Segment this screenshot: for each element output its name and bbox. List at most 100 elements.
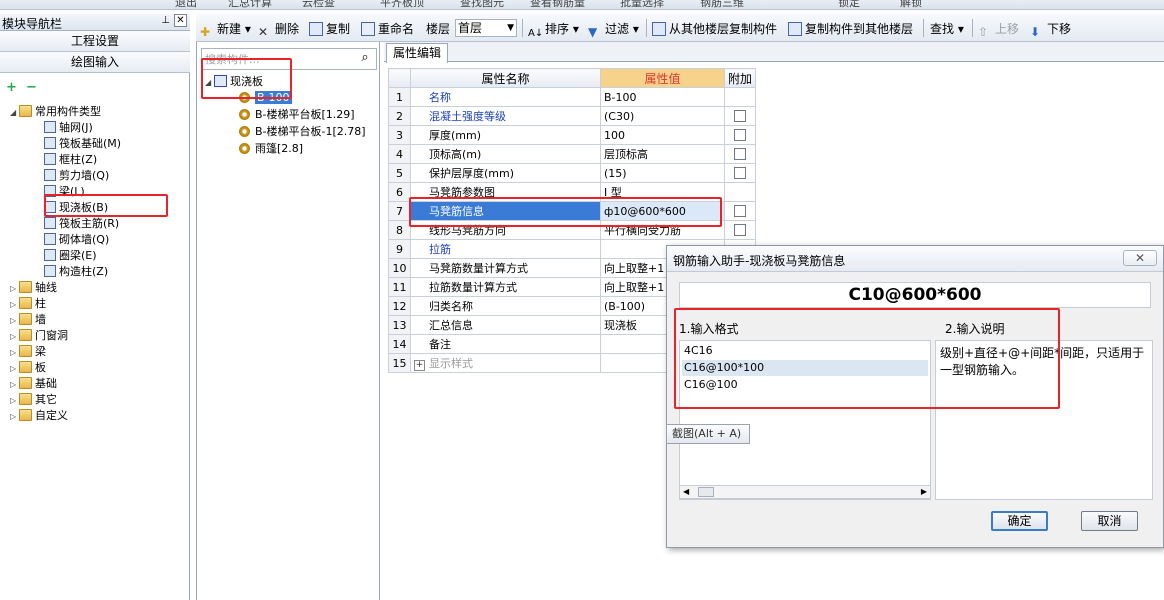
rebar-3d-button[interactable]: 钢筋三维 bbox=[700, 0, 744, 10]
extra-checkbox[interactable] bbox=[734, 223, 746, 236]
tree-item-raft-foundation[interactable]: 筏板基础(M) bbox=[44, 136, 121, 152]
property-extra bbox=[723, 106, 757, 126]
sort-button[interactable]: A↓ 排序 ▾ bbox=[528, 20, 579, 42]
rename-button[interactable]: 重命名 bbox=[361, 20, 414, 37]
folder-icon bbox=[19, 345, 32, 357]
project-settings-button[interactable]: 工程设置 bbox=[0, 31, 190, 52]
copy-to-floor-button[interactable]: 复制构件到其他楼层 bbox=[788, 20, 913, 37]
cancel-button[interactable]: 取消 bbox=[1081, 511, 1138, 531]
view-rebar-button[interactable]: 查看钢筋量 bbox=[530, 0, 585, 10]
property-name: + 显示样式 bbox=[410, 353, 601, 373]
tab-property-edit[interactable]: 属性编辑 bbox=[386, 43, 448, 63]
chevron-down-icon[interactable]: ▼ bbox=[507, 20, 514, 36]
rebar-formula-field[interactable]: C10@600*600 bbox=[679, 282, 1151, 308]
row-number: 11 bbox=[388, 277, 411, 297]
tree-folder-beam[interactable]: ▷ 梁 bbox=[10, 344, 46, 360]
scroll-left-icon[interactable]: ◀ bbox=[683, 487, 689, 496]
component-icon bbox=[239, 143, 250, 154]
property-value[interactable]: (C30) bbox=[600, 106, 725, 126]
exit-button[interactable]: 退出 bbox=[175, 0, 197, 10]
move-up-button[interactable]: ⇧ 上移 bbox=[978, 20, 1019, 39]
component-item-stair-platform[interactable]: B-楼梯平台板[1.29] bbox=[239, 107, 355, 123]
component-item-canopy[interactable]: 雨篷[2.8] bbox=[239, 141, 303, 157]
highlight-format-section bbox=[674, 308, 1060, 409]
dialog-close-icon[interactable]: ✕ bbox=[1123, 250, 1157, 266]
property-row[interactable]: 5 保护层厚度(mm) (15) bbox=[388, 163, 757, 183]
cloud-check-button[interactable]: 云检查 bbox=[302, 0, 335, 10]
floor-select[interactable]: 首层 ▼ bbox=[455, 19, 517, 37]
close-icon[interactable]: ✕ bbox=[174, 14, 187, 27]
property-extra bbox=[723, 201, 757, 221]
lock-button[interactable]: 锁定 bbox=[838, 0, 860, 10]
ok-button[interactable]: 确定 bbox=[991, 511, 1048, 531]
copy-button[interactable]: 复制 bbox=[309, 20, 350, 37]
search-icon[interactable]: ⌕ bbox=[356, 50, 374, 68]
delete-button[interactable]: ✕ 删除 bbox=[258, 20, 299, 39]
tree-item-shear-wall[interactable]: 剪力墙(Q) bbox=[44, 168, 109, 184]
tree-folder-custom[interactable]: ▷ 自定义 bbox=[10, 408, 68, 424]
property-row[interactable]: 2 混凝土强度等级 (C30) bbox=[388, 106, 757, 126]
scroll-right-icon[interactable]: ▶ bbox=[921, 487, 927, 496]
unlock-button[interactable]: 解锁 bbox=[900, 0, 922, 10]
drawing-input-button[interactable]: 绘图输入 bbox=[0, 52, 190, 73]
move-down-button[interactable]: ⬇ 下移 bbox=[1030, 20, 1071, 39]
component-icon bbox=[239, 109, 250, 120]
expand-all-icon[interactable]: + bbox=[6, 80, 17, 95]
property-row[interactable]: 3 厚度(mm) 100 bbox=[388, 125, 757, 145]
extra-checkbox[interactable] bbox=[734, 147, 746, 160]
tree-folder-axis[interactable]: ▷ 轴线 bbox=[10, 280, 57, 296]
property-extra bbox=[723, 220, 757, 240]
tree-folder-slab[interactable]: ▷ 板 bbox=[10, 360, 46, 376]
property-value[interactable]: B-100 bbox=[600, 87, 725, 107]
tree-folder-other[interactable]: ▷ 其它 bbox=[10, 392, 57, 408]
batch-select-button[interactable]: 批量选择 bbox=[620, 0, 664, 10]
tree-item-axis-grid[interactable]: 轴网(J) bbox=[44, 120, 93, 136]
new-icon: ✚ bbox=[200, 25, 211, 39]
property-row[interactable]: 1 名称 B-100 bbox=[388, 87, 757, 107]
component-item-stair-platform-1[interactable]: B-楼梯平台板-1[2.78] bbox=[239, 124, 366, 140]
tree-folder-door-window[interactable]: ▷ 门窗洞 bbox=[10, 328, 68, 344]
col-num-header bbox=[388, 68, 411, 88]
property-value[interactable]: 100 bbox=[600, 125, 725, 145]
flush-board-top-button[interactable]: 平齐板顶 bbox=[380, 0, 424, 10]
tree-folder-wall[interactable]: ▷ 墙 bbox=[10, 312, 46, 328]
tree-node-common-types[interactable]: ◢ 常用构件类型 bbox=[10, 104, 101, 120]
filter-button[interactable]: ▼ 过滤 ▾ bbox=[588, 20, 639, 39]
extra-checkbox[interactable] bbox=[734, 109, 746, 122]
tree-item-ring-beam[interactable]: 圈梁(E) bbox=[44, 248, 97, 264]
expand-icon[interactable]: + bbox=[414, 360, 425, 371]
property-row[interactable]: 4 顶标高(m) 层顶标高 bbox=[388, 144, 757, 164]
new-button[interactable]: ✚ 新建 ▾ bbox=[200, 20, 251, 39]
summary-calc-button[interactable]: 汇总计算 bbox=[228, 0, 272, 10]
scroll-thumb[interactable] bbox=[698, 487, 714, 497]
tree-folder-column[interactable]: ▷ 柱 bbox=[10, 296, 46, 312]
collapse-arrow-icon[interactable]: ◢ bbox=[10, 105, 19, 121]
tree-item-construct-column[interactable]: 构造柱(Z) bbox=[44, 264, 108, 280]
col-extra-header: 附加 bbox=[723, 68, 757, 88]
property-value[interactable]: 层顶标高 bbox=[600, 144, 725, 164]
copy-from-floor-button[interactable]: 从其他楼层复制构件 bbox=[652, 20, 777, 37]
tree-item-frame-column[interactable]: 框柱(Z) bbox=[44, 152, 97, 168]
arrow-up-icon: ⇧ bbox=[978, 25, 989, 39]
pin-icon[interactable]: ⊥ bbox=[161, 15, 170, 26]
row-number: 12 bbox=[388, 296, 411, 316]
ring-beam-icon bbox=[44, 249, 56, 261]
extra-checkbox[interactable] bbox=[734, 204, 746, 217]
find-button[interactable]: 查找 ▾ bbox=[930, 20, 964, 37]
tree-folder-foundation[interactable]: ▷ 基础 bbox=[10, 376, 57, 392]
property-extra bbox=[723, 144, 757, 164]
property-extra bbox=[723, 163, 757, 183]
format-list-scrollbar[interactable]: ◀ ▶ bbox=[679, 485, 931, 499]
property-value[interactable]: (15) bbox=[600, 163, 725, 183]
tree-item-masonry-wall[interactable]: 砌体墙(Q) bbox=[44, 232, 109, 248]
property-grid-header: 属性名称 属性值 附加 bbox=[388, 68, 757, 88]
tree-item-raft-main-rebar[interactable]: 筏板主筋(R) bbox=[44, 216, 119, 232]
extra-checkbox[interactable] bbox=[734, 166, 746, 179]
extra-checkbox[interactable] bbox=[734, 128, 746, 141]
top-toolbar-strip: 退出 汇总计算 云检查 平齐板顶 查找图元 查看钢筋量 批量选择 钢筋三维 锁定… bbox=[0, 0, 1164, 10]
find-element-button[interactable]: 查找图元 bbox=[460, 0, 504, 10]
column-icon bbox=[44, 153, 56, 165]
folder-icon bbox=[19, 297, 32, 309]
property-name: 厚度(mm) bbox=[410, 125, 601, 145]
collapse-all-icon[interactable]: − bbox=[26, 80, 37, 95]
